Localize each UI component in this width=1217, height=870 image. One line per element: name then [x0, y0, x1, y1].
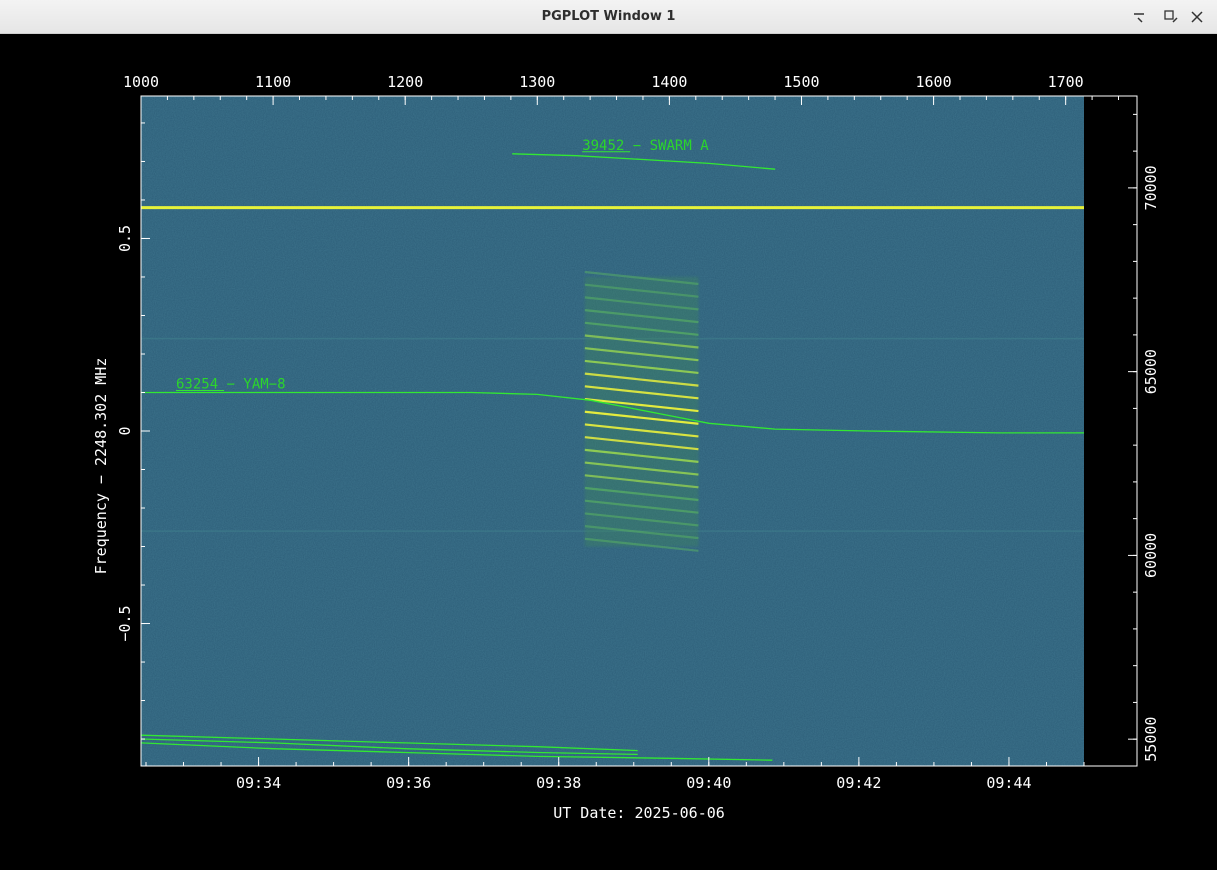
y-axis-label: Frequency − 2248.302 MHz [92, 358, 110, 575]
minimize-icon[interactable] [1130, 8, 1148, 26]
left-tick-label: 0.5 [116, 225, 134, 252]
bottom-tick-label: 09:36 [386, 774, 431, 792]
bottom-tick-label: 09:42 [836, 774, 881, 792]
bottom-tick-label: 09:40 [686, 774, 731, 792]
bottom-tick-label: 09:44 [986, 774, 1031, 792]
top-tick-label: 1700 [1048, 73, 1084, 91]
pgplot-window: PGPLOT Window 1 39452 − SWARM A 63254 − Y… [0, 0, 1217, 870]
left-tick-label: 0 [116, 426, 134, 435]
right-tick-label: 70000 [1142, 165, 1160, 210]
top-tick-label: 1400 [651, 73, 687, 91]
top-tick-label: 1300 [519, 73, 555, 91]
top-tick-label: 1600 [916, 73, 952, 91]
close-icon[interactable] [1188, 8, 1206, 26]
top-tick-label: 1100 [255, 73, 291, 91]
window-title: PGPLOT Window 1 [541, 9, 676, 24]
left-tick-label: −0.5 [116, 605, 134, 641]
top-tick-label: 1000 [123, 73, 159, 91]
top-tick-label: 1200 [387, 73, 423, 91]
signal-burst [584, 270, 699, 552]
right-tick-label: 65000 [1142, 349, 1160, 394]
right-tick-label: 60000 [1142, 533, 1160, 578]
bottom-tick-label: 09:38 [536, 774, 581, 792]
spectrogram-plot: 39452 − SWARM A63254 − YAM−8 1000 1100 120… [92, 73, 1160, 822]
x-axis-label: UT Date: 2025-06-06 [553, 804, 725, 822]
title-bar[interactable]: PGPLOT Window 1 [0, 0, 1217, 34]
bottom-tick-label: 09:34 [236, 774, 281, 792]
right-tick-label: 55000 [1142, 717, 1160, 762]
top-tick-label: 1500 [783, 73, 819, 91]
maximize-icon[interactable] [1162, 8, 1180, 26]
